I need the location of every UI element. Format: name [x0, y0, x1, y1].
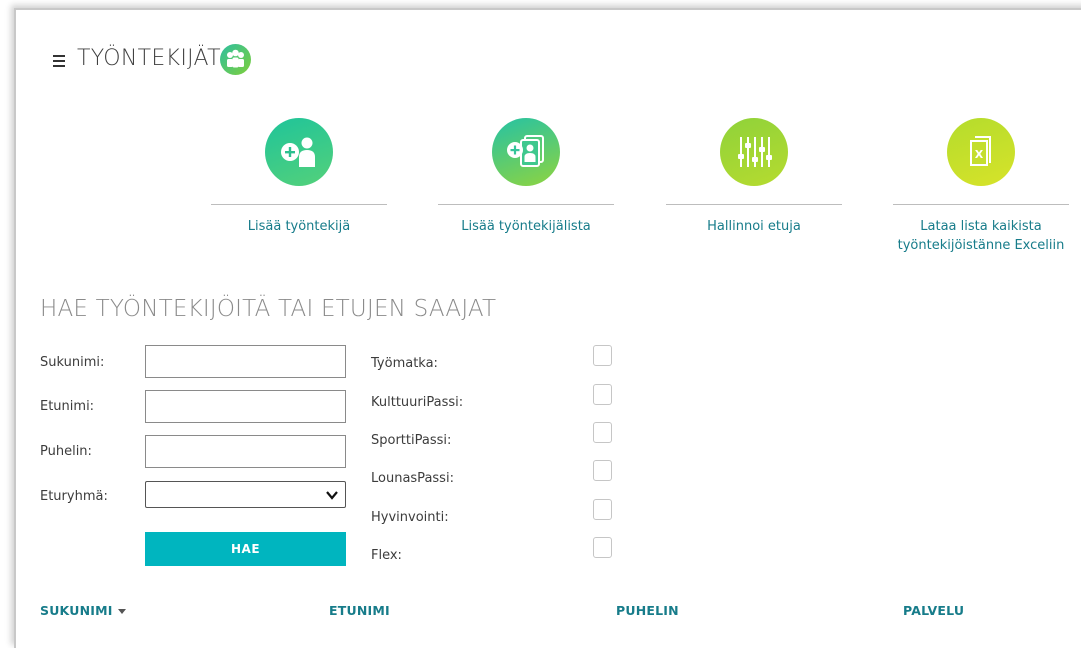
puhelin-label: Puhelin: [40, 444, 92, 459]
column-header-puhelin[interactable]: PUHELIN [616, 603, 679, 618]
page-title: TYÖNTEKIJÄT [77, 46, 221, 71]
flex-checkbox[interactable] [593, 537, 612, 558]
divider [438, 204, 614, 205]
sporttipassi-label: SporttiPassi: [371, 433, 452, 448]
puhelin-input[interactable] [145, 435, 346, 468]
add-employee-label[interactable]: Lisää työntekijä [211, 217, 387, 236]
flex-label: Flex: [371, 548, 402, 563]
kulttuuripassi-label: KulttuuriPassi: [371, 395, 464, 410]
kulttuuripassi-checkbox[interactable] [593, 384, 612, 405]
column-header-palvelu[interactable]: PALVELU [903, 603, 964, 618]
eturyhma-select[interactable] [145, 481, 346, 508]
search-button[interactable]: HAE [145, 532, 346, 566]
etunimi-input[interactable] [145, 390, 346, 423]
divider [211, 204, 387, 205]
manage-benefits-action[interactable]: Hallinnoi etuja [666, 118, 842, 236]
hamburger-icon[interactable] [53, 55, 65, 67]
eturyhma-label: Eturyhmä: [40, 489, 108, 504]
column-header-sukunimi[interactable]: SUKUNIMI [40, 603, 126, 618]
lounaspassi-label: LounasPassi: [371, 471, 454, 486]
etunimi-label: Etunimi: [40, 399, 95, 414]
column-header-label: SUKUNIMI [40, 603, 113, 618]
tyomatka-checkbox[interactable] [593, 345, 612, 366]
excel-file-icon: X [947, 118, 1015, 186]
add-employee-list-action[interactable]: Lisää työntekijälista [438, 118, 614, 236]
sliders-icon [720, 118, 788, 186]
sporttipassi-checkbox[interactable] [593, 422, 612, 443]
lounaspassi-checkbox[interactable] [593, 460, 612, 481]
divider [893, 204, 1069, 205]
add-employee-action[interactable]: Lisää työntekijä [211, 118, 387, 236]
search-heading: HAE TYÖNTEKIJÖITÄ TAI ETUJEN SAAJAT [40, 296, 497, 322]
sukunimi-label: Sukunimi: [40, 355, 105, 370]
sukunimi-input[interactable] [145, 345, 346, 378]
hyvinvointi-label: Hyvinvointi: [371, 510, 449, 525]
add-person-list-icon [492, 118, 560, 186]
svg-text:X: X [975, 148, 984, 161]
export-excel-label[interactable]: Lataa lista kaikista työntekijöistänne E… [893, 217, 1069, 255]
column-header-etunimi[interactable]: ETUNIMI [329, 603, 390, 618]
export-excel-action[interactable]: X Lataa lista kaikista työntekijöistänne… [893, 118, 1069, 255]
hyvinvointi-checkbox[interactable] [593, 499, 612, 520]
manage-benefits-label[interactable]: Hallinnoi etuja [666, 217, 842, 236]
add-employee-list-label[interactable]: Lisää työntekijälista [438, 217, 614, 236]
sort-caret-icon [117, 609, 126, 614]
chevron-down-icon [325, 487, 339, 506]
add-person-icon [265, 118, 333, 186]
tyomatka-label: Työmatka: [371, 356, 438, 371]
divider [666, 204, 842, 205]
people-group-icon [220, 44, 251, 75]
